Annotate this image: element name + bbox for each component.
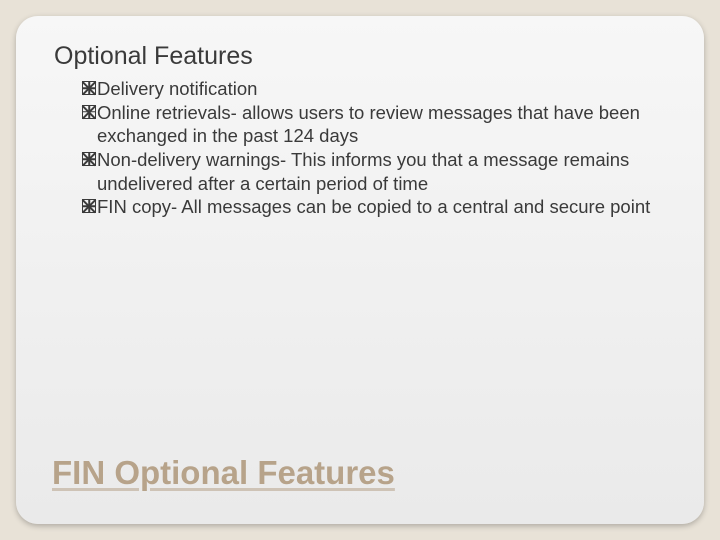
list-item: Delivery notification [82,77,662,101]
list-item-text: Non-delivery warnings- This informs you … [97,148,662,195]
slide-title: FIN Optional Features [52,454,670,492]
missing-glyph-icon [82,152,96,166]
bullet-list: Delivery notification Online retrievals-… [82,77,662,454]
list-item: FIN copy- All messages can be copied to … [82,195,662,219]
list-item: Online retrievals- allows users to revie… [82,101,662,148]
slide-card: Optional Features Delivery notification … [16,16,704,524]
list-item-text: Delivery notification [97,77,662,101]
missing-glyph-icon [82,81,96,95]
missing-glyph-icon [82,105,96,119]
list-item-text: Online retrievals- allows users to revie… [97,101,662,148]
missing-glyph-icon [82,199,96,213]
list-item: Non-delivery warnings- This informs you … [82,148,662,195]
list-item-text: FIN copy- All messages can be copied to … [97,195,662,219]
section-heading: Optional Features [54,42,670,71]
